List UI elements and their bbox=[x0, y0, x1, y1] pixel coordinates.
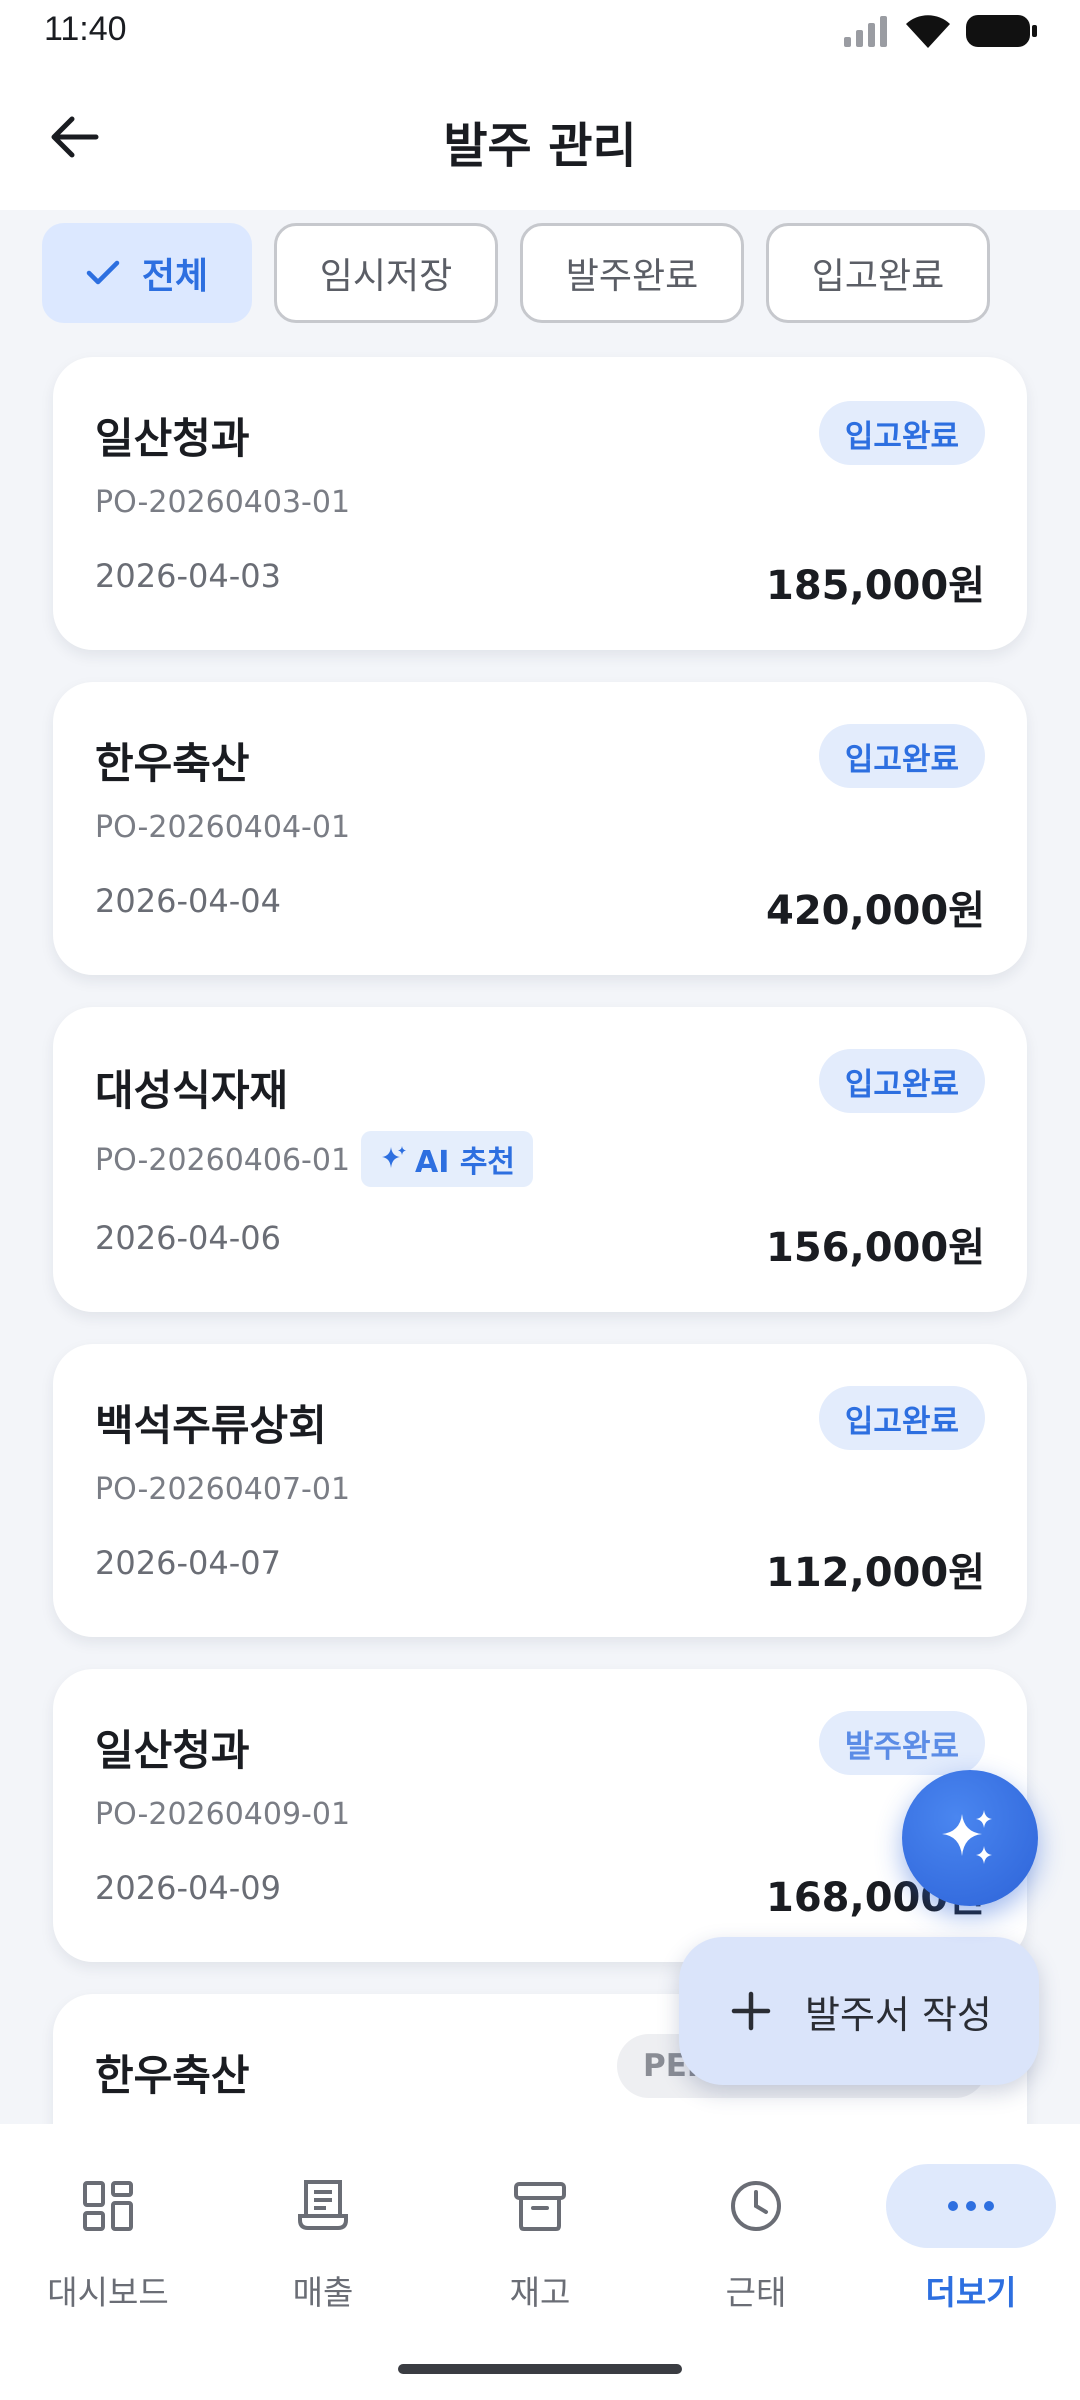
order-date: 2026-04-04 bbox=[95, 882, 281, 920]
ai-assistant-button[interactable] bbox=[902, 1770, 1038, 1906]
dashboard-icon bbox=[83, 2181, 133, 2231]
order-date: 2026-04-06 bbox=[95, 1219, 281, 1257]
nav-item-more[interactable]: 더보기 bbox=[886, 2164, 1056, 2314]
order-card[interactable]: 대성식자재 입고완료 PO-20260406-01 AI 추천 2026-04-… bbox=[53, 1007, 1027, 1312]
status-time: 11:40 bbox=[44, 10, 127, 48]
wifi-icon bbox=[906, 15, 950, 48]
status-badge: 입고완료 bbox=[818, 1049, 985, 1113]
receipt-icon bbox=[298, 2180, 348, 2230]
filter-chip-label: 임시저장 bbox=[319, 256, 453, 297]
filter-chip-all[interactable]: 전체 bbox=[42, 223, 252, 323]
nav-label: 재고 bbox=[509, 2273, 571, 2312]
archive-box-icon bbox=[514, 2182, 566, 2231]
status-bar: 11:40 bbox=[0, 0, 1080, 64]
bottom-nav: 대시보드 매출 재고 근태 더보기 bbox=[0, 2124, 1080, 2400]
status-badge: 입고완료 bbox=[818, 724, 985, 788]
sparkle-icon bbox=[382, 1146, 406, 1168]
ai-recommend-tag: AI 추천 bbox=[361, 1131, 534, 1187]
filter-chip-label: 전체 bbox=[141, 256, 209, 297]
order-card[interactable]: 백석주류상회 입고완료 PO-20260407-01 2026-04-07 11… bbox=[53, 1344, 1027, 1637]
filter-chip-ordered[interactable]: 발주완료 bbox=[520, 223, 744, 323]
status-badge: 발주완료 bbox=[818, 1711, 985, 1775]
signal-icon bbox=[844, 16, 887, 47]
vendor-name: 한우축산 bbox=[95, 2051, 250, 2100]
order-date: 2026-04-09 bbox=[95, 1869, 281, 1907]
po-number: PO-20260407-01 bbox=[95, 1472, 351, 1507]
nav-item-inventory[interactable]: 재고 bbox=[455, 2164, 625, 2314]
nav-item-attendance[interactable]: 근태 bbox=[671, 2164, 841, 2314]
order-card[interactable]: 일산청과 발주완료 PO-20260409-01 2026-04-09 168,… bbox=[53, 1669, 1027, 1962]
sparkle-icon bbox=[942, 1810, 992, 1864]
filter-chip-draft[interactable]: 임시저장 bbox=[274, 223, 498, 323]
filter-chips: 전체 임시저장 발주완료 입고완료 bbox=[42, 223, 990, 323]
nav-item-dashboard[interactable]: 대시보드 bbox=[23, 2164, 193, 2314]
order-date: 2026-04-07 bbox=[95, 1544, 281, 1582]
more-dots-icon bbox=[948, 2201, 994, 2211]
screen: 11:40 발주 관리 전체 임시저장 발주완료 입고완료 일산청과 입고완료 … bbox=[0, 0, 1080, 2400]
home-indicator bbox=[398, 2364, 682, 2374]
order-amount: 112,000원 bbox=[766, 1550, 985, 1596]
vendor-name: 대성식자재 bbox=[95, 1066, 289, 1115]
order-amount: 156,000원 bbox=[766, 1225, 985, 1271]
vendor-name: 한우축산 bbox=[95, 739, 250, 788]
status-icons bbox=[842, 12, 1038, 50]
nav-label: 더보기 bbox=[925, 2273, 1017, 2312]
check-icon bbox=[86, 260, 120, 285]
app-bar: 발주 관리 bbox=[0, 64, 1080, 210]
clock-icon bbox=[731, 2181, 781, 2231]
filter-chip-received[interactable]: 입고완료 bbox=[766, 223, 990, 323]
po-number: PO-20260403-01 bbox=[95, 485, 351, 520]
order-amount: 185,000원 bbox=[766, 563, 985, 609]
nav-label: 대시보드 bbox=[47, 2273, 169, 2312]
po-number: PO-20260409-01 bbox=[95, 1797, 351, 1832]
filter-chip-label: 입고완료 bbox=[811, 256, 945, 297]
vendor-name: 일산청과 bbox=[95, 1726, 250, 1775]
order-card[interactable]: 일산청과 입고완료 PO-20260403-01 2026-04-03 185,… bbox=[53, 357, 1027, 650]
nav-label: 매출 bbox=[292, 2273, 354, 2312]
po-number: PO-20260404-01 bbox=[95, 810, 351, 845]
ai-tag-label: AI 추천 bbox=[415, 1145, 516, 1180]
vendor-name: 일산청과 bbox=[95, 414, 250, 463]
order-date: 2026-04-03 bbox=[95, 557, 281, 595]
create-order-button[interactable]: 발주서 작성 bbox=[679, 1937, 1039, 2085]
create-order-label: 발주서 작성 bbox=[805, 1992, 992, 2037]
plus-icon bbox=[731, 1991, 771, 2031]
filter-chip-label: 발주완료 bbox=[565, 256, 699, 297]
order-card[interactable]: 한우축산 입고완료 PO-20260404-01 2026-04-04 420,… bbox=[53, 682, 1027, 975]
status-badge: 입고완료 bbox=[818, 1386, 985, 1450]
nav-item-sales[interactable]: 매출 bbox=[238, 2164, 408, 2314]
po-number: PO-20260406-01 bbox=[95, 1143, 351, 1178]
battery-icon bbox=[966, 15, 1037, 47]
order-amount: 420,000원 bbox=[766, 888, 985, 934]
status-badge: 입고완료 bbox=[818, 401, 985, 465]
nav-label: 근태 bbox=[725, 2273, 787, 2312]
vendor-name: 백석주류상회 bbox=[95, 1401, 327, 1450]
page-title: 발주 관리 bbox=[443, 118, 637, 174]
